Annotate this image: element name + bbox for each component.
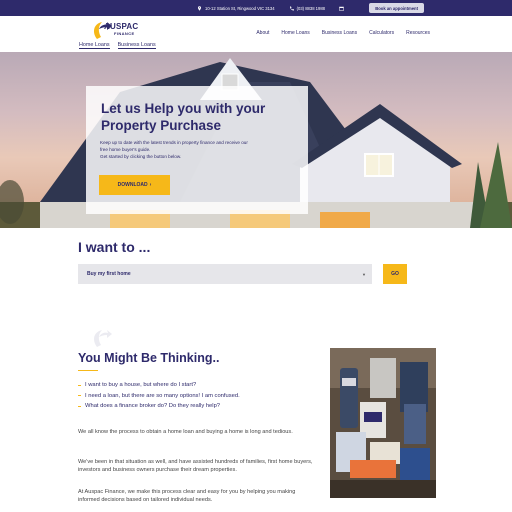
nav-business-loans[interactable]: Business Loans: [322, 30, 357, 36]
hero-title-line1: Let us Help you with your: [101, 101, 266, 116]
title-underline: [78, 370, 98, 371]
office-desk-photo: [330, 348, 436, 498]
nav-home-loans[interactable]: Home Loans: [281, 30, 309, 36]
bullet-text: I want to buy a house, but where do I st…: [85, 382, 197, 389]
site-header: AUSPAC FINANCE Home Loans Business Loans…: [0, 16, 512, 52]
goal-select[interactable]: Buy my first home ▼: [78, 264, 372, 284]
list-item: I need a loan, but there are so many opt…: [78, 391, 240, 402]
hero-title: Let us Help you with your Property Purch…: [101, 100, 301, 134]
book-appointment-button[interactable]: Book an appointment: [369, 3, 424, 13]
download-label: DOWNLOAD: [117, 182, 148, 188]
bullet-text: I need a loan, but there are so many opt…: [85, 392, 240, 399]
main-nav: About Home Loans Business Loans Calculat…: [256, 30, 430, 36]
list-item: I want to buy a house, but where do I st…: [78, 380, 240, 391]
download-button[interactable]: DOWNLOAD ›: [99, 175, 170, 195]
sublink-home-loans[interactable]: Home Loans: [79, 42, 110, 49]
thinking-title: You Might Be Thinking..: [78, 351, 220, 365]
sublink-business-loans[interactable]: Business Loans: [117, 42, 156, 49]
phone-item[interactable]: (03) 8838 1988: [289, 6, 325, 11]
thinking-bullets: I want to buy a house, but where do I st…: [78, 380, 240, 412]
bullet-dash-icon: [78, 405, 81, 407]
calendar-item: [339, 6, 344, 11]
paragraph-2: We've been in that situation as well, an…: [78, 459, 313, 473]
go-button[interactable]: GO: [383, 264, 407, 284]
header-sublinks: Home Loans Business Loans: [79, 42, 156, 49]
caret-down-icon: ▼: [362, 272, 366, 277]
want-title: I want to ...: [78, 239, 151, 255]
calendar-icon: [339, 6, 344, 11]
desk-items-image: [330, 348, 436, 498]
goal-select-value: Buy my first home: [87, 271, 131, 277]
top-bar: 10-12 Station St, Ringwood VIC 3134 (03)…: [0, 0, 512, 16]
phone-text: (03) 8838 1988: [296, 5, 325, 11]
chevron-right-icon: ›: [149, 182, 152, 188]
list-item: What does a finance broker do? Do they r…: [78, 401, 240, 412]
hero-body: Keep up to date with the latest trends i…: [100, 139, 290, 160]
logo-subtitle: FINANCE: [114, 31, 135, 36]
bullet-dash-icon: [78, 395, 81, 397]
nav-calculators[interactable]: Calculators: [369, 30, 394, 36]
location-pin-icon: [197, 5, 201, 11]
hero-body-line1: Keep up to date with the latest trends i…: [100, 140, 248, 145]
bullet-dash-icon: [78, 384, 81, 386]
logo-wordmark: AUSPAC: [104, 22, 139, 31]
bullet-text: What does a finance broker do? Do they r…: [85, 403, 221, 410]
paragraph-3: At Auspac Finance, we make this process …: [78, 489, 296, 503]
nav-resources[interactable]: Resources: [406, 30, 430, 36]
hero-title-line2: Property Purchase: [101, 118, 222, 133]
ghost-logo-icon: [94, 330, 112, 347]
hero-body-line2: free home buyer's guide.: [100, 147, 151, 152]
hero-body-line3: Get started by clicking the button below…: [100, 154, 182, 159]
address-item[interactable]: 10-12 Station St, Ringwood VIC 3134: [197, 6, 275, 11]
address-text: 10-12 Station St, Ringwood VIC 3134: [204, 5, 275, 11]
phone-icon: [289, 6, 294, 10]
paragraph-1: We all know the process to obtain a home…: [78, 429, 293, 435]
nav-about[interactable]: About: [256, 30, 269, 36]
